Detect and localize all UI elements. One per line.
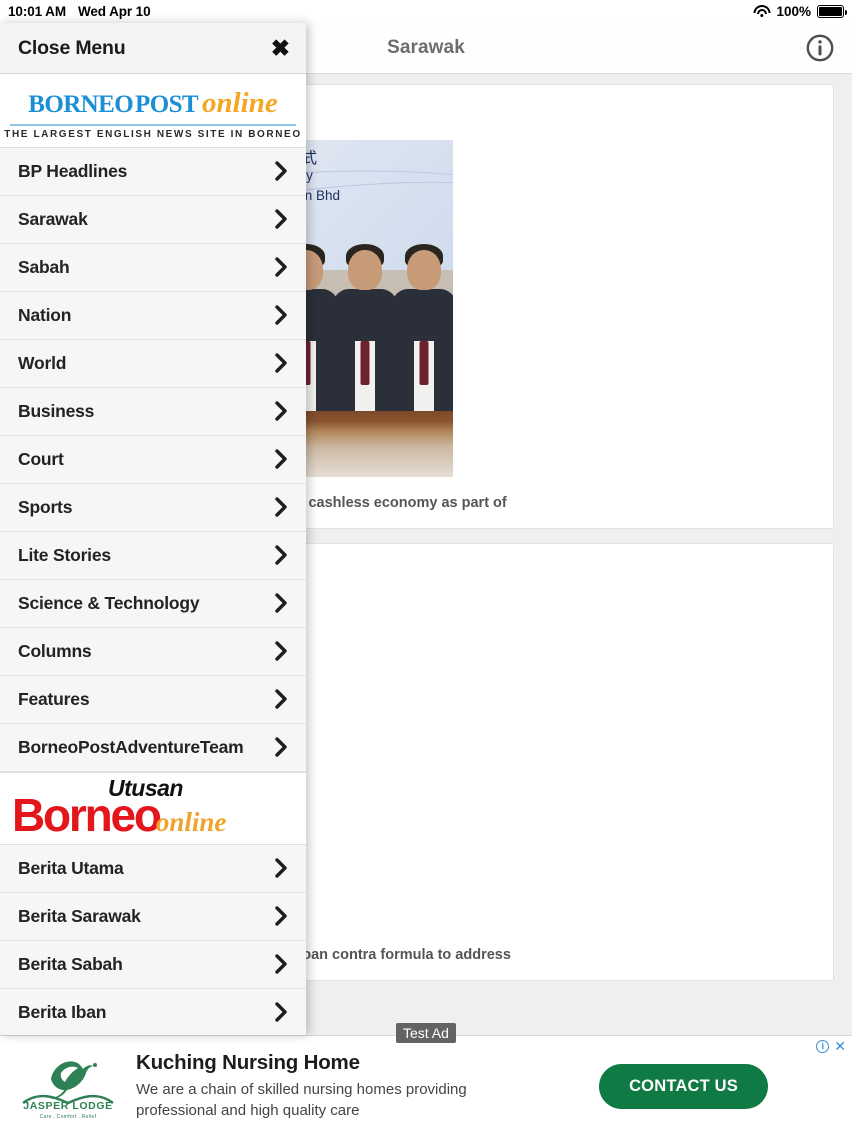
- chevron-right-icon: [275, 906, 288, 926]
- menu-item-label: Berita Sabah: [18, 953, 123, 974]
- chevron-right-icon: [275, 689, 288, 709]
- menu-item-berita-sabah[interactable]: Berita Sabah: [0, 940, 306, 989]
- menu-item-berita-sarawak[interactable]: Berita Sarawak: [0, 892, 306, 941]
- borneo-post-tagline: THE LARGEST ENGLISH NEWS SITE IN BORNEO: [4, 128, 302, 140]
- app-screen: 10:01 AM Wed Apr 10 100% Sarawak he cash…: [0, 0, 852, 1136]
- battery-icon: [817, 5, 848, 18]
- page-title: Sarawak: [387, 37, 465, 58]
- status-bar-right-group: 100%: [753, 4, 848, 19]
- menu-item-label: Lite Stories: [18, 544, 111, 565]
- menu-section-malay: Berita Utama Berita Sarawak Berita Sabah…: [0, 844, 306, 1035]
- menu-item-label: World: [18, 352, 67, 373]
- chevron-right-icon: [275, 858, 288, 878]
- menu-item-label: Berita Utama: [18, 857, 124, 878]
- chevron-right-icon: [275, 257, 288, 277]
- chevron-right-icon: [275, 641, 288, 661]
- close-x-icon[interactable]: ✖: [271, 36, 290, 60]
- status-bar: 10:01 AM Wed Apr 10 100%: [0, 0, 852, 23]
- battery-percent-label: 100%: [776, 4, 811, 19]
- menu-item-label: Sabah: [18, 256, 70, 277]
- chevron-right-icon: [275, 161, 288, 181]
- menu-item-lite-stories[interactable]: Lite Stories: [0, 531, 306, 580]
- ad-close-icon[interactable]: ✕: [834, 1039, 846, 1053]
- menu-item-sports[interactable]: Sports: [0, 483, 306, 532]
- menu-item-label: Berita Iban: [18, 1001, 107, 1022]
- logo-word-online: online: [201, 87, 278, 119]
- menu-item-label: Court: [18, 448, 64, 469]
- menu-item-bp-headlines[interactable]: BP Headlines: [0, 147, 306, 196]
- chevron-right-icon: [275, 401, 288, 421]
- chevron-right-icon: [275, 954, 288, 974]
- menu-item-nation[interactable]: Nation: [0, 291, 306, 340]
- wifi-icon: [753, 5, 771, 18]
- logo-word-online: online: [155, 806, 227, 837]
- menu-item-label: Berita Sarawak: [18, 905, 141, 926]
- menu-item-court[interactable]: Court: [0, 435, 306, 484]
- svg-text:Care . Comfort . Relief: Care . Comfort . Relief: [40, 1114, 97, 1120]
- menu-item-label: Columns: [18, 640, 92, 661]
- chevron-right-icon: [275, 593, 288, 613]
- menu-item-label: BP Headlines: [18, 160, 128, 181]
- menu-item-label: Features: [18, 688, 90, 709]
- chevron-right-icon: [275, 209, 288, 229]
- menu-item-sarawak[interactable]: Sarawak: [0, 195, 306, 244]
- borneo-post-wordmark: BORNEO POST online: [4, 84, 302, 121]
- logo-word-utusan: Utusan: [108, 774, 183, 801]
- menu-item-label: Business: [18, 400, 95, 421]
- menu-item-label: Nation: [18, 304, 72, 325]
- jasper-lodge-dove-logo: JASPER LODGE Care . Comfort . Relief: [15, 1049, 121, 1123]
- menu-item-features[interactable]: Features: [0, 675, 306, 724]
- menu-item-label: BorneoPostAdventureTeam: [18, 736, 244, 757]
- ad-controls[interactable]: i ✕: [816, 1039, 846, 1053]
- chevron-right-icon: [275, 449, 288, 469]
- menu-item-sabah[interactable]: Sabah: [0, 243, 306, 292]
- logo-divider: [10, 124, 296, 126]
- close-menu-label: Close Menu: [18, 36, 126, 59]
- utusan-borneo-logo: Utusan Borneo online: [0, 771, 306, 845]
- chevron-right-icon: [275, 545, 288, 565]
- chevron-right-icon: [275, 737, 288, 757]
- ad-title: Kuching Nursing Home: [136, 1051, 360, 1075]
- svg-text:JASPER LODGE: JASPER LODGE: [23, 1100, 112, 1112]
- ad-banner[interactable]: Test Ad i ✕ JASPER LODGE Care . Comfort …: [0, 1023, 852, 1136]
- menu-item-label: Sarawak: [18, 208, 88, 229]
- info-circle-icon[interactable]: [805, 33, 835, 63]
- menu-section-english: BP Headlines Sarawak Sabah Nation World …: [0, 147, 306, 772]
- logo-word-borneo: BORNEO: [28, 91, 134, 118]
- menu-item-business[interactable]: Business: [0, 387, 306, 436]
- chevron-right-icon: [275, 353, 288, 373]
- logo-word-post: POST: [135, 91, 199, 118]
- status-bar-date: Wed Apr 10: [77, 4, 151, 19]
- ad-advertiser-logo: JASPER LODGE Care . Comfort . Relief: [0, 1049, 136, 1123]
- chevron-right-icon: [275, 305, 288, 325]
- ad-info-icon[interactable]: i: [816, 1040, 830, 1053]
- ad-copy: Kuching Nursing Home We are a chain of s…: [136, 1051, 566, 1121]
- chevron-right-icon: [275, 1002, 288, 1022]
- ad-description-line-1: We are a chain of skilled nursing homes …: [136, 1081, 467, 1099]
- menu-item-columns[interactable]: Columns: [0, 627, 306, 676]
- menu-item-berita-utama[interactable]: Berita Utama: [0, 844, 306, 893]
- ad-contact-us-button[interactable]: CONTACT US: [599, 1063, 768, 1109]
- side-menu-drawer[interactable]: Close Menu ✖ BORNEO POST online THE LARG…: [0, 23, 306, 1035]
- ad-badge: Test Ad: [396, 1023, 456, 1043]
- close-menu-button[interactable]: Close Menu ✖: [0, 23, 306, 74]
- menu-item-world[interactable]: World: [0, 339, 306, 388]
- ad-description-line-2: professional and high quality care: [136, 1101, 360, 1119]
- menu-item-label: Science & Technology: [18, 592, 200, 613]
- borneo-post-logo: BORNEO POST online THE LARGEST ENGLISH N…: [0, 74, 306, 148]
- chevron-right-icon: [275, 497, 288, 517]
- menu-item-berita-iban[interactable]: Berita Iban: [0, 988, 306, 1035]
- menu-item-borneopost-adventure-team[interactable]: BorneoPostAdventureTeam: [0, 723, 306, 772]
- menu-item-label: Sports: [18, 496, 73, 517]
- status-bar-time: 10:01 AM: [8, 4, 66, 19]
- menu-item-science-technology[interactable]: Science & Technology: [0, 579, 306, 628]
